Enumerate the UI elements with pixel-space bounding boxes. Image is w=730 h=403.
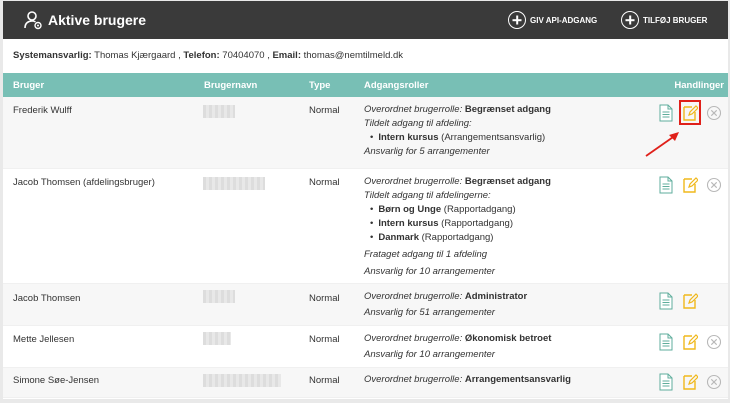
table-row: Frederik Wulff Normal Overordnet brugerr… — [3, 97, 728, 169]
edit-icon[interactable] — [682, 373, 699, 391]
circle-x-icon[interactable] — [706, 373, 722, 391]
responsible-count: Ansvarlig for 51 arrangementer — [364, 307, 495, 318]
access-roles: Overordnet brugerrolle: Begrænset adgang… — [364, 103, 551, 159]
overall-role: Begrænset adgang — [464, 104, 551, 115]
active-users-panel: Aktive brugere GIV API-ADGANG TILFØJ BRU… — [3, 1, 728, 399]
page-title: Aktive brugere — [48, 12, 147, 28]
circle-x-icon[interactable] — [706, 176, 722, 194]
username-redacted — [203, 332, 231, 345]
table-row: Jacob Thomsen Normal Overordnet brugerro… — [3, 284, 728, 326]
user-name: Mette Jellesen — [13, 334, 75, 345]
page-header: Aktive brugere GIV API-ADGANG TILFØJ BRU… — [3, 1, 728, 39]
responsible-count: Ansvarlig for 10 arrangementer — [364, 266, 495, 277]
column-header-handlinger: Handlinger — [674, 80, 724, 91]
revoked-access: Frataget adgang til 1 afdeling — [364, 249, 488, 260]
document-icon[interactable] — [658, 333, 674, 351]
responsible-count: Ansvarlig for 10 arrangementer — [364, 349, 495, 360]
access-roles: Overordnet brugerrolle: Økonomisk betroe… — [364, 333, 552, 360]
user-type: Normal — [309, 334, 340, 345]
system-email: thomas@nemtilmeld.dk — [303, 50, 404, 61]
edit-icon[interactable] — [682, 176, 699, 194]
system-responsible-name: Thomas Kjærgaard , — [94, 50, 181, 61]
user-name: Jacob Thomsen — [13, 293, 81, 304]
user-type: Normal — [309, 177, 340, 188]
edit-icon[interactable] — [682, 292, 699, 310]
username-redacted — [203, 374, 281, 387]
column-header-adgangsroller[interactable]: Adgangsroller — [364, 80, 428, 91]
plus-circle-icon — [621, 11, 639, 29]
plus-circle-icon — [508, 11, 526, 29]
user-type: Normal — [309, 293, 340, 304]
document-icon[interactable] — [658, 104, 674, 122]
overall-role: Økonomisk betroet — [464, 333, 552, 344]
department-access: Intern kursus (Arrangementsansvarlig) — [370, 131, 551, 145]
circle-x-icon[interactable] — [706, 333, 722, 351]
overall-role: Administrator — [464, 291, 528, 302]
access-roles: Overordnet brugerrolle: Administrator An… — [364, 291, 528, 318]
table-row: Jacob Thomsen (afdelingsbruger) Normal O… — [3, 169, 728, 284]
column-header-bruger[interactable]: Bruger — [13, 80, 44, 91]
user-gear-icon — [23, 10, 43, 30]
add-user-label: TILFØJ BRUGER — [643, 15, 708, 25]
give-api-access-button[interactable]: GIV API-ADGANG — [508, 10, 597, 30]
overall-role: Arrangementsansvarlig — [464, 374, 571, 385]
user-type: Normal — [309, 375, 340, 386]
document-icon[interactable] — [658, 176, 674, 194]
red-arrow-annotation — [645, 132, 679, 157]
access-roles: Overordnet brugerrolle: Arrangementsansv… — [364, 374, 571, 385]
add-user-button[interactable]: TILFØJ BRUGER — [621, 10, 707, 30]
department-access: Danmark (Rapportadgang) — [370, 231, 551, 245]
user-name: Frederik Wulff — [13, 105, 72, 116]
department-access: Intern kursus (Rapportadgang) — [370, 217, 551, 231]
user-name: Simone Søe-Jensen — [13, 375, 100, 386]
document-icon[interactable] — [658, 373, 674, 391]
give-api-access-label: GIV API-ADGANG — [530, 15, 598, 25]
edit-icon[interactable] — [682, 333, 699, 351]
access-roles: Overordnet brugerrolle: Begrænset adgang… — [364, 175, 551, 279]
username-redacted — [203, 290, 235, 303]
system-responsible-info: Systemansvarlig: Thomas Kjærgaard , Tele… — [13, 50, 404, 61]
system-phone: 70404070 , — [222, 50, 270, 61]
edit-highlight-box — [679, 100, 701, 125]
department-access: Børn og Unge (Rapportadgang) — [370, 203, 551, 217]
document-icon[interactable] — [658, 292, 674, 310]
table-header: Bruger Brugernavn Type Adgangsroller Han… — [3, 73, 728, 97]
username-redacted — [203, 177, 265, 190]
responsible-count: Ansvarlig for 5 arrangementer — [364, 146, 490, 157]
circle-x-icon[interactable] — [706, 104, 722, 122]
table-row: Mette Jellesen Normal Overordnet brugerr… — [3, 326, 728, 368]
username-redacted — [203, 105, 235, 118]
column-header-brugernavn[interactable]: Brugernavn — [204, 80, 257, 91]
overall-role: Begrænset adgang — [464, 176, 551, 187]
user-type: Normal — [309, 105, 340, 116]
column-header-type[interactable]: Type — [309, 80, 330, 91]
table-row: Simone Søe-Jensen Normal Overordnet brug… — [3, 368, 728, 398]
user-name: Jacob Thomsen (afdelingsbruger) — [13, 177, 155, 188]
